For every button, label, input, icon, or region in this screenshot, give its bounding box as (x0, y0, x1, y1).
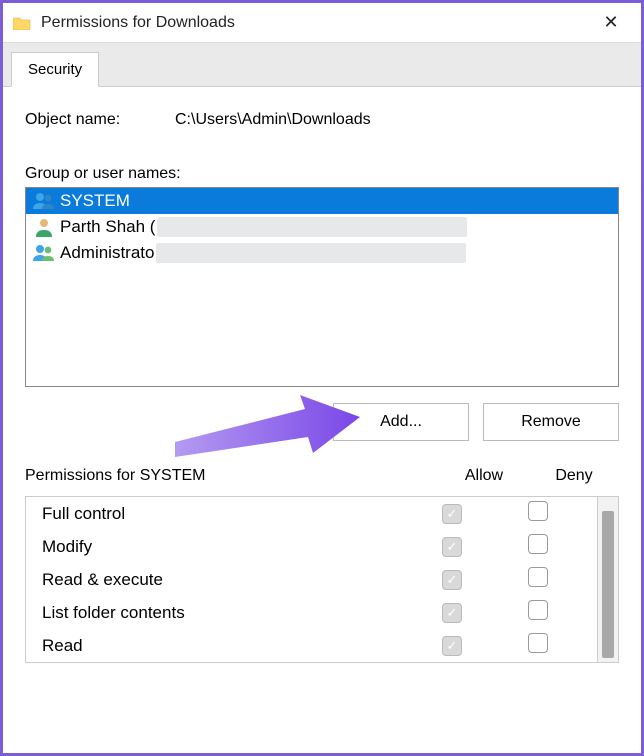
permissions-for-label: Permissions for SYSTEM (25, 467, 439, 485)
permission-name: Read & execute (42, 570, 409, 590)
deny-checkbox[interactable] (528, 600, 548, 620)
group-icon (32, 243, 56, 263)
remove-button[interactable]: Remove (483, 403, 619, 441)
permission-name: List folder contents (42, 603, 409, 623)
list-item[interactable]: SYSTEM (26, 188, 618, 214)
allow-checkbox[interactable]: ✓ (442, 504, 462, 524)
title-bar: Permissions for Downloads ✕ (3, 3, 641, 43)
group-user-label: Group or user names: (25, 165, 619, 183)
allow-checkbox[interactable]: ✓ (442, 570, 462, 590)
group-icon (32, 191, 56, 211)
tab-security[interactable]: Security (11, 52, 99, 87)
table-row: Modify ✓ (26, 530, 597, 563)
list-item[interactable]: Parth Shah ( (26, 214, 618, 240)
object-name-label: Object name: (25, 111, 175, 129)
object-name-row: Object name: C:\Users\Admin\Downloads (25, 111, 619, 129)
allow-checkbox[interactable]: ✓ (442, 537, 462, 557)
group-user-listbox[interactable]: SYSTEM Parth Shah ( Administrato (25, 187, 619, 387)
permission-name: Modify (42, 537, 409, 557)
deny-checkbox[interactable] (528, 534, 548, 554)
deny-checkbox[interactable] (528, 633, 548, 653)
folder-icon (13, 16, 31, 30)
list-item-label: Administrato (60, 243, 154, 263)
allow-checkbox[interactable]: ✓ (442, 636, 462, 656)
tab-bar: Security (3, 43, 641, 87)
user-icon (32, 217, 56, 237)
table-row: Read & execute ✓ (26, 563, 597, 596)
allow-checkbox[interactable]: ✓ (442, 603, 462, 623)
redacted-region (156, 243, 466, 263)
permissions-table-wrap: Full control ✓ Modify ✓ Read & execute ✓… (25, 496, 619, 663)
table-row: Full control ✓ (26, 497, 597, 530)
annotation-arrow (165, 387, 365, 467)
table-row: Read ✓ (26, 629, 597, 662)
scrollbar[interactable] (597, 496, 619, 663)
window-title: Permissions for Downloads (41, 14, 591, 32)
deny-column-header: Deny (529, 467, 619, 485)
permissions-table: Full control ✓ Modify ✓ Read & execute ✓… (25, 496, 597, 663)
deny-checkbox[interactable] (528, 501, 548, 521)
tab-content: Object name: C:\Users\Admin\Downloads Gr… (3, 87, 641, 663)
scrollbar-thumb[interactable] (602, 511, 614, 658)
redacted-region (157, 217, 467, 237)
permissions-header: Permissions for SYSTEM Allow Deny (25, 463, 619, 496)
list-item-label: Parth Shah ( (60, 217, 155, 237)
permission-name: Read (42, 636, 409, 656)
deny-checkbox[interactable] (528, 567, 548, 587)
list-item[interactable]: Administrato (26, 240, 618, 266)
list-item-label: SYSTEM (60, 191, 130, 211)
object-name-value: C:\Users\Admin\Downloads (175, 111, 371, 129)
allow-column-header: Allow (439, 467, 529, 485)
permission-name: Full control (42, 504, 409, 524)
button-row: Add... Remove (25, 387, 619, 463)
table-row: List folder contents ✓ (26, 596, 597, 629)
close-button[interactable]: ✕ (591, 12, 631, 33)
